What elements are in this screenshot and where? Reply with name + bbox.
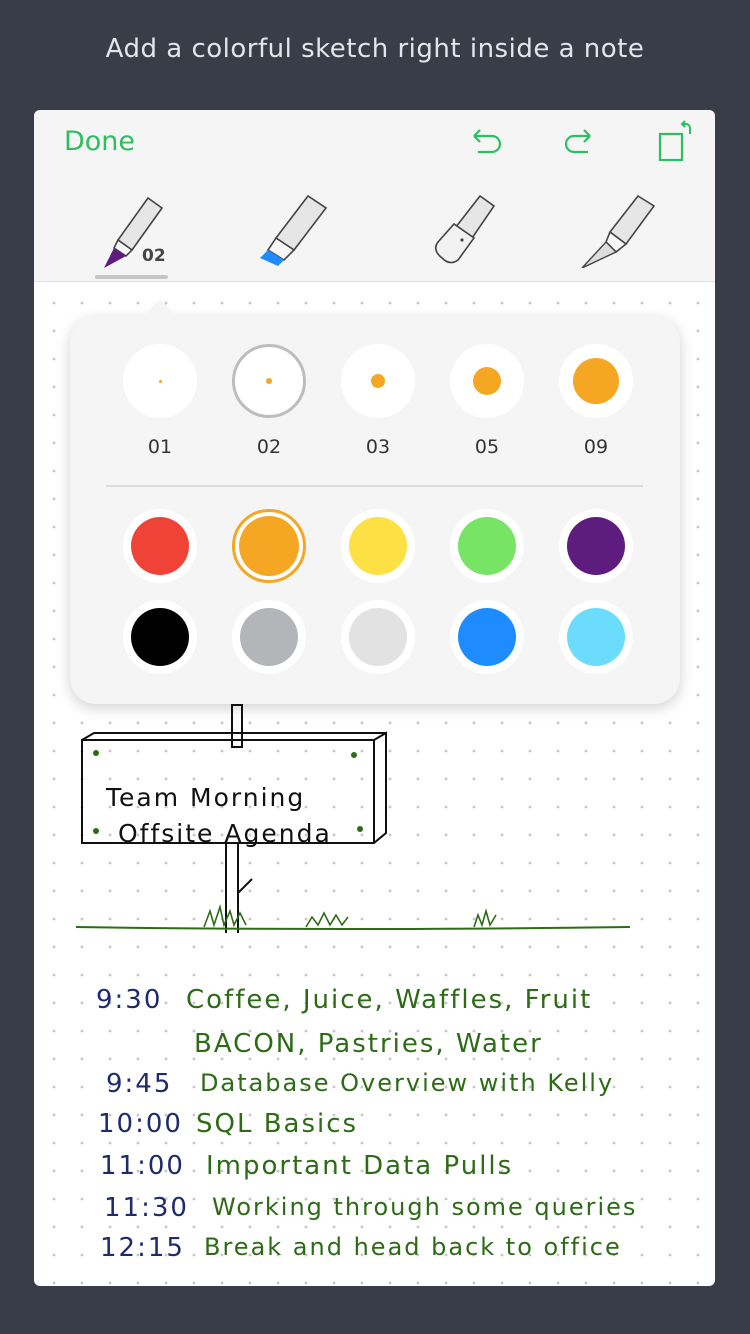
color-fill <box>131 608 189 666</box>
highlighter-tool[interactable] <box>252 188 332 268</box>
size-label: 09 <box>583 436 609 458</box>
agenda-item: Coffee, Juice, Waffles, Fruit <box>186 985 593 1015</box>
color-fill <box>458 517 516 575</box>
color-swatch-blue[interactable] <box>450 600 524 674</box>
color-swatch-light-gray[interactable] <box>341 600 415 674</box>
redo-icon[interactable] <box>560 126 596 162</box>
undo-icon[interactable] <box>470 126 506 162</box>
color-fill <box>567 608 625 666</box>
toolbar: Done 02 <box>34 110 715 282</box>
color-fill <box>240 608 298 666</box>
agenda-item: SQL Basics <box>196 1109 359 1139</box>
agenda-item: BACON, Pastries, Water <box>194 1029 543 1059</box>
agenda-time: 9:45 <box>106 1069 173 1099</box>
agenda-time: 11:00 <box>100 1151 185 1181</box>
color-fill <box>349 517 407 575</box>
size-option-03[interactable] <box>341 344 415 418</box>
sign-text-line1: Team Morning <box>106 783 306 812</box>
color-swatch-green[interactable] <box>450 509 524 583</box>
color-fill <box>567 517 625 575</box>
color-swatch-gray[interactable] <box>232 600 306 674</box>
caption: Add a colorful sketch right inside a not… <box>105 34 645 64</box>
color-fill <box>239 516 299 576</box>
color-swatch-yellow[interactable] <box>341 509 415 583</box>
selected-size-label: 02 <box>142 246 166 266</box>
agenda-item: Working through some queries <box>212 1193 638 1221</box>
color-swatch-red[interactable] <box>123 509 197 583</box>
size-option-09[interactable] <box>559 344 633 418</box>
selected-tool-indicator <box>95 275 168 279</box>
size-label: 05 <box>474 436 500 458</box>
divider <box>106 485 643 487</box>
size-option-02[interactable] <box>232 344 306 418</box>
size-label: 01 <box>147 436 173 458</box>
agenda-time: 11:30 <box>104 1193 189 1223</box>
agenda-time: 12:15 <box>100 1233 185 1263</box>
color-fill <box>131 517 189 575</box>
size-option-01[interactable] <box>123 344 197 418</box>
drawing-canvas[interactable]: Team Morning Offsite Agenda 9:30 Coffee,… <box>34 283 715 1286</box>
rotate-icon[interactable] <box>656 120 696 162</box>
color-swatch-black[interactable] <box>123 600 197 674</box>
agenda-item: Break and head back to office <box>204 1233 622 1261</box>
color-swatch-light-blue[interactable] <box>559 600 633 674</box>
color-fill <box>349 608 407 666</box>
size-label: 03 <box>365 436 391 458</box>
eraser-tool[interactable] <box>422 188 502 268</box>
agenda-time: 9:30 <box>96 985 163 1015</box>
done-button[interactable]: Done <box>64 126 135 157</box>
color-swatch-purple[interactable] <box>559 509 633 583</box>
color-fill <box>458 608 516 666</box>
color-swatch-orange[interactable] <box>232 509 306 583</box>
size-option-05[interactable] <box>450 344 524 418</box>
size-label: 02 <box>256 436 282 458</box>
brush-options-popover: 01 02 03 05 09 <box>70 299 680 704</box>
cutter-tool[interactable] <box>576 188 656 268</box>
agenda-time: 10:00 <box>98 1109 183 1139</box>
sketch-editor: Done 02 Team Morning Offsite Agenda 9:30… <box>34 110 715 1286</box>
sign-text-line2: Offsite Agenda <box>118 819 332 848</box>
agenda-item: Database Overview with Kelly <box>200 1069 615 1097</box>
agenda-item: Important Data Pulls <box>206 1151 514 1181</box>
